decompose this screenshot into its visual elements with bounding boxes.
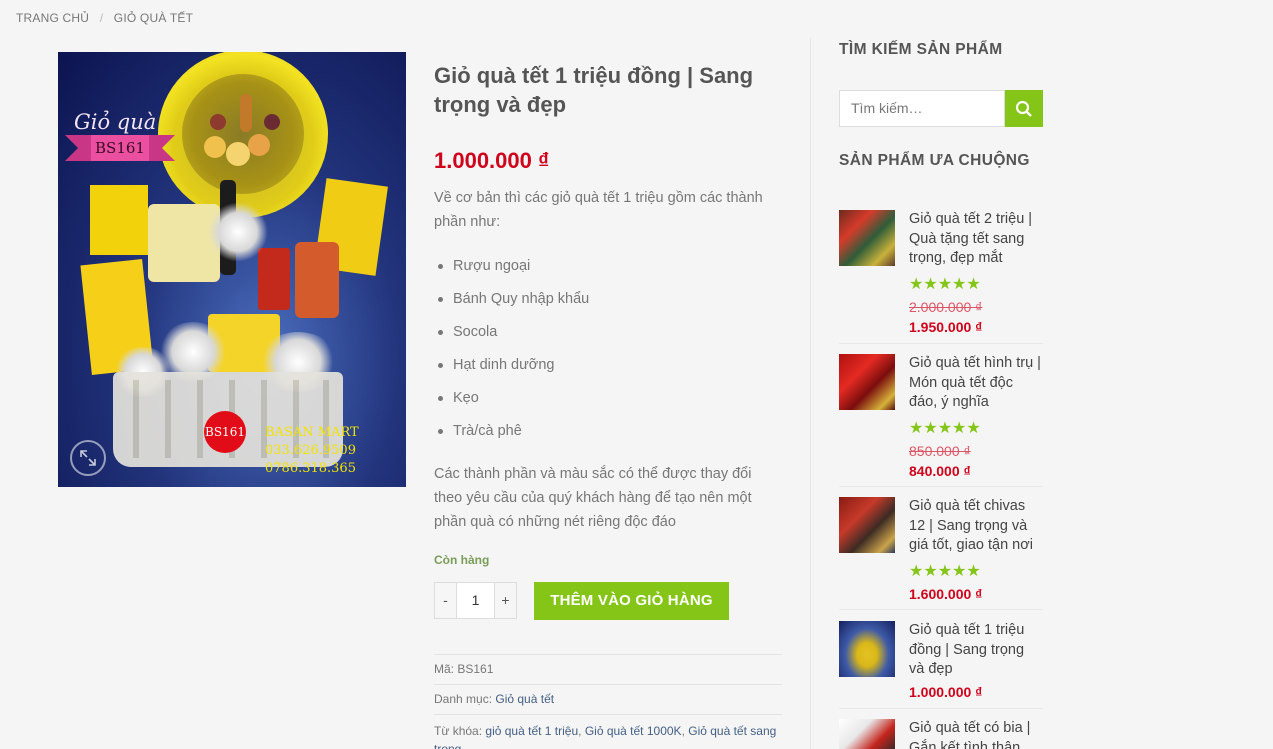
list-item: Kẹo — [434, 385, 589, 418]
qty-input[interactable]: 1 — [456, 583, 495, 618]
breadcrumb-home-link[interactable]: Trang chủ — [16, 11, 89, 25]
breadcrumb: Trang chủ / Giỏ quà tết — [16, 11, 193, 25]
product-title-link[interactable]: Giỏ quà tết 2 triệu | Quà tặng tết sang … — [909, 210, 1043, 269]
zoom-expand-button[interactable] — [70, 440, 106, 476]
expand-icon — [80, 450, 96, 466]
tag-link[interactable]: giỏ quà tết 1 triệu — [485, 724, 578, 738]
qty-decrease-button[interactable]: - — [435, 583, 456, 618]
product-title-link[interactable]: Giỏ quà tết chivas 12 | Sang trọng và gi… — [909, 497, 1043, 556]
cookie-tin-graphic — [158, 52, 328, 218]
divider — [839, 486, 1043, 487]
tags-label: Từ khóa: — [434, 724, 483, 738]
list-item: Socola — [434, 319, 589, 352]
image-code-circle: BS161 — [204, 411, 246, 453]
category-row: Danh mục: Giỏ quà tết — [434, 684, 782, 714]
product-thumbnail[interactable] — [839, 621, 895, 677]
add-to-cart-button[interactable]: Thêm vào giỏ hàng — [534, 582, 729, 620]
popular-product-item[interactable]: Giỏ quà tết 2 triệu | Quà tặng tết sang … — [839, 210, 1043, 344]
sidebar-divider — [810, 38, 811, 749]
star-rating: ★★★★★ — [909, 563, 981, 580]
product-title: Giỏ quà tết 1 triệu đồng | Sang trọng và… — [434, 63, 754, 117]
sale-price: 1.000.000 ₫ — [909, 684, 983, 700]
popular-heading: Sản phẩm ưa chuộng — [839, 152, 1030, 169]
old-price: 850.000 ₫ — [909, 443, 971, 459]
search-button[interactable] — [1005, 90, 1043, 127]
sku-value: BS161 — [457, 662, 494, 676]
product-title-link[interactable]: Giỏ quà tết có bia | Gắn kết tình thân — [909, 719, 1043, 749]
popular-product-item[interactable]: Giỏ quà tết 1 triệu đồng | Sang trọng và… — [839, 621, 1043, 709]
list-item: Trà/cà phê — [434, 418, 589, 451]
product-note: Các thành phần và màu sắc có thể được th… — [434, 466, 752, 530]
divider — [839, 708, 1043, 709]
product-thumbnail[interactable] — [839, 210, 895, 266]
product-title-link[interactable]: Giỏ quà tết 1 triệu đồng | Sang trọng và… — [909, 621, 1043, 680]
image-code-ribbon: BS161 — [65, 135, 175, 161]
breadcrumb-category-link[interactable]: Giỏ quà tết — [114, 11, 193, 25]
search-form: Tìm kiếm… — [839, 90, 1043, 127]
quantity-stepper: - 1 + — [434, 582, 517, 619]
product-thumbnail[interactable] — [839, 354, 895, 410]
image-overlay-title: Giỏ quà — [74, 110, 157, 134]
product-image[interactable]: Giỏ quà BS161 BS161 BASAN MART 033.626.9… — [58, 52, 406, 487]
store-phone-1: 033.626.9509 — [265, 443, 356, 458]
star-rating: ★★★★★ — [909, 420, 981, 437]
product-title-link[interactable]: Giỏ quà tết hình trụ | Món quà tết độc đ… — [909, 354, 1043, 413]
list-item: Hạt dinh dưỡng — [434, 352, 589, 385]
popular-product-item[interactable]: Giỏ quà tết chivas 12 | Sang trọng và gi… — [839, 497, 1043, 610]
tags-row: Từ khóa: giỏ quà tết 1 triệu, Giỏ quà tế… — [434, 714, 782, 749]
search-heading: Tìm kiếm sản phẩm — [839, 41, 1003, 58]
sku-row: Mã: BS161 — [434, 654, 782, 684]
sku-label: Mã: — [434, 662, 455, 676]
sale-price: 1.600.000 ₫ — [909, 586, 983, 602]
star-rating: ★★★★★ — [909, 276, 981, 293]
store-name: BASAN MART — [265, 425, 359, 440]
breadcrumb-separator: / — [99, 11, 104, 25]
product-thumbnail[interactable] — [839, 719, 895, 749]
popular-product-item[interactable]: Giỏ quà tết có bia | Gắn kết tình thân — [839, 719, 1043, 749]
stock-status: Còn hàng — [434, 553, 490, 567]
list-item: Rượu ngoại — [434, 253, 589, 286]
search-input[interactable]: Tìm kiếm… — [839, 90, 1005, 127]
divider — [839, 343, 1043, 344]
list-item: Bánh Quy nhập khẩu — [434, 286, 589, 319]
product-price: 1.000.000 ₫ — [434, 148, 550, 173]
popular-product-item[interactable]: Giỏ quà tết hình trụ | Món quà tết độc đ… — [839, 354, 1043, 488]
sale-price: 1.950.000 ₫ — [909, 319, 983, 335]
category-link[interactable]: Giỏ quà tết — [495, 692, 554, 706]
old-price: 2.000.000 ₫ — [909, 299, 983, 315]
store-phone-2: 0786.318.365 — [265, 461, 356, 476]
qty-increase-button[interactable]: + — [495, 583, 516, 618]
category-label: Danh mục: — [434, 692, 493, 706]
product-intro: Về cơ bản thì các giỏ quà tết 1 triệu gồ… — [434, 190, 763, 230]
search-icon — [1015, 100, 1032, 117]
divider — [839, 609, 1043, 610]
tag-link[interactable]: Giỏ quà tết 1000K — [585, 724, 682, 738]
product-thumbnail[interactable] — [839, 497, 895, 553]
sale-price: 840.000 ₫ — [909, 463, 971, 479]
components-list: Rượu ngoại Bánh Quy nhập khẩu Socola Hạt… — [434, 253, 589, 451]
image-store-info: BASAN MART 033.626.9509 0786.318.365 — [265, 424, 359, 478]
